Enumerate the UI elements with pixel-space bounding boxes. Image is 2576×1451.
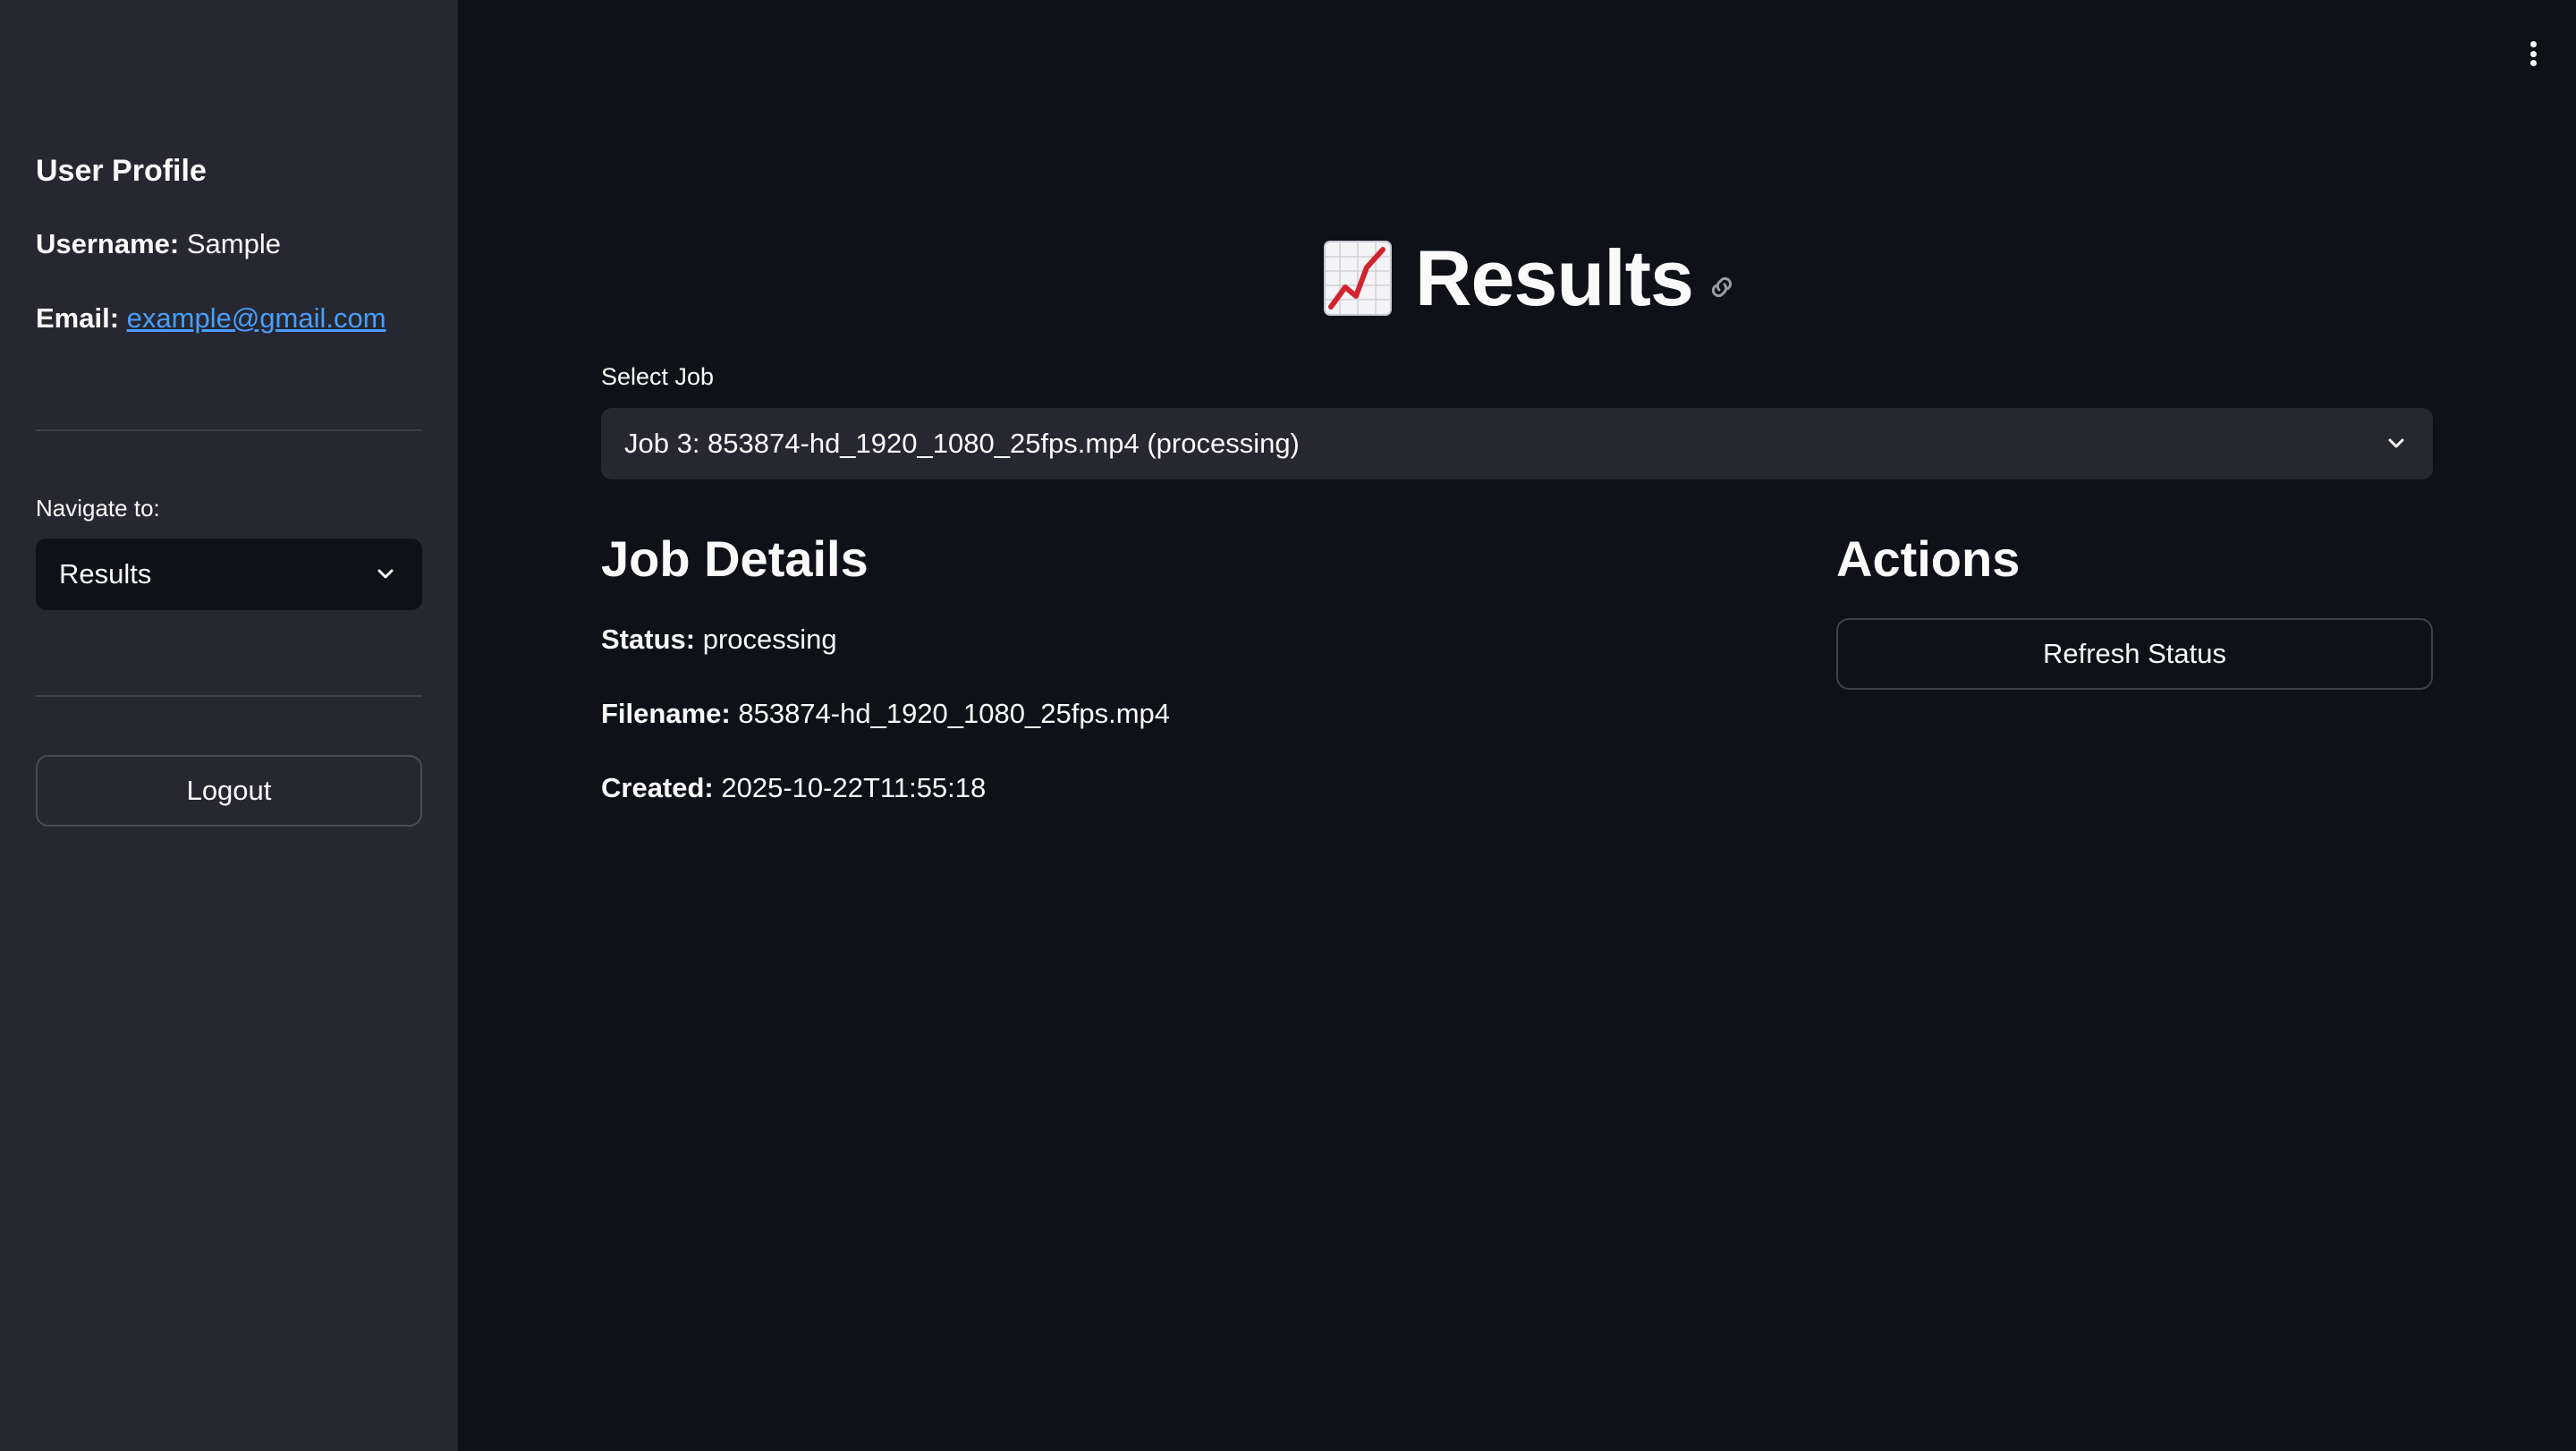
navigate-select[interactable]: Results <box>36 539 422 610</box>
filename-label: Filename: <box>601 698 731 729</box>
navigate-select-value: Results <box>59 558 152 590</box>
select-job-label: Select Job <box>601 363 715 390</box>
actions-heading: Actions <box>1836 530 2021 587</box>
created-row: Created: 2025-10-22T11:55:18 <box>601 772 986 804</box>
link-icon[interactable] <box>1706 271 1738 303</box>
logout-button[interactable]: Logout <box>36 755 422 827</box>
username-label: Username: <box>36 228 180 259</box>
status-value: processing <box>702 624 837 655</box>
created-label: Created: <box>601 772 714 803</box>
username-value: Sample <box>186 228 281 259</box>
chart-increasing-icon <box>1324 241 1392 316</box>
sidebar-divider <box>36 695 422 697</box>
email-label: Email: <box>36 302 120 334</box>
refresh-status-button[interactable]: Refresh Status <box>1836 618 2433 690</box>
sidebar-divider <box>36 429 422 431</box>
select-job-dropdown[interactable]: Job 3: 853874-hd_1920_1080_25fps.mp4 (pr… <box>601 408 2433 479</box>
username-row: Username: Sample <box>36 228 281 260</box>
chevron-down-icon <box>372 561 399 588</box>
navigate-label: Navigate to: <box>36 495 160 522</box>
app-window: User Profile Username: Sample Email: exa… <box>0 0 2576 1451</box>
job-details-heading: Job Details <box>601 530 869 587</box>
filename-value: 853874-hd_1920_1080_25fps.mp4 <box>738 698 1170 729</box>
email-row: Email: example@gmail.com <box>36 302 386 335</box>
chevron-down-icon <box>2383 430 2410 457</box>
status-label: Status: <box>601 624 696 655</box>
page-title: Results <box>1415 233 1694 322</box>
user-profile-heading: User Profile <box>36 154 207 188</box>
status-row: Status: processing <box>601 624 837 656</box>
filename-row: Filename: 853874-hd_1920_1080_25fps.mp4 <box>601 698 1170 730</box>
created-value: 2025-10-22T11:55:18 <box>721 772 987 803</box>
page-title-row: Results <box>1322 233 1738 324</box>
email-link[interactable]: example@gmail.com <box>127 302 386 334</box>
select-job-value: Job 3: 853874-hd_1920_1080_25fps.mp4 (pr… <box>624 428 1300 459</box>
sidebar: User Profile Username: Sample Email: exa… <box>0 0 458 1451</box>
more-vertical-icon[interactable] <box>2524 36 2542 72</box>
